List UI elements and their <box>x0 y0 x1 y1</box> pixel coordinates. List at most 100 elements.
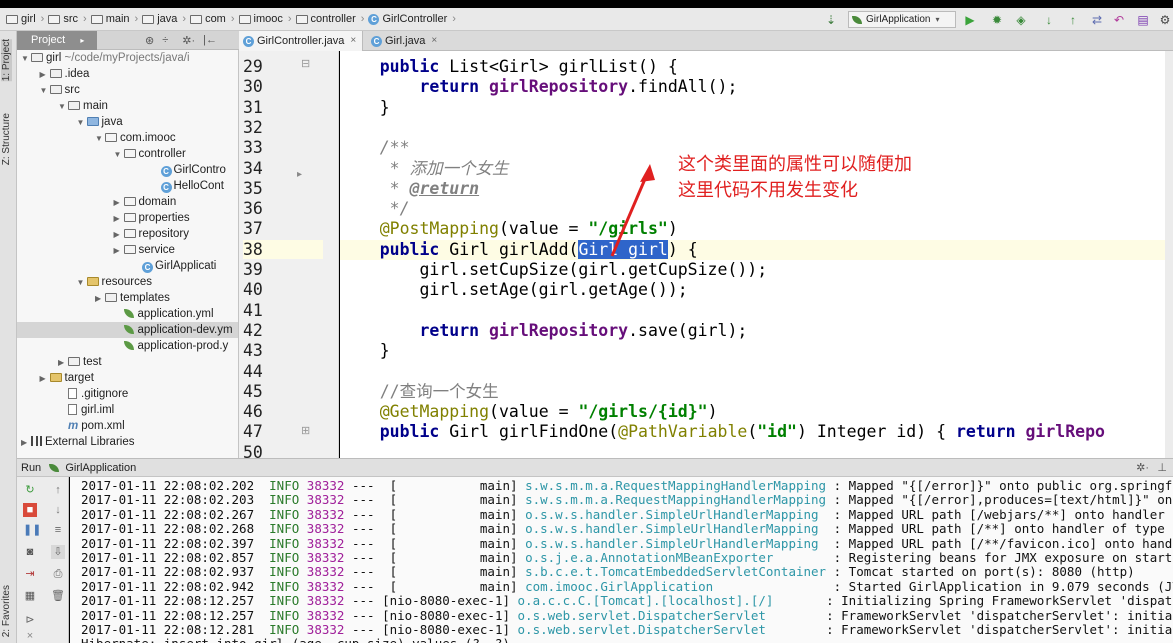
vcs-update-icon[interactable]: ↓ <box>1042 13 1056 27</box>
run-configuration-label: GirlApplication <box>866 14 931 25</box>
chevron-down-icon[interactable]: ▼ <box>95 131 105 147</box>
line-number: 32 <box>243 117 263 137</box>
tree-item[interactable]: C GirlContro <box>17 162 238 178</box>
close-icon[interactable]: × <box>431 31 437 51</box>
tree-item[interactable]: ▼ girl ~/code/myProjects/java/i <box>17 50 238 67</box>
tab-favorites[interactable]: 2: Favorites <box>1 585 12 637</box>
fold-icon[interactable]: ⊞ <box>301 424 310 437</box>
tree-item[interactable]: ▼ main <box>17 98 238 115</box>
gear-icon[interactable]: ✲· <box>1136 459 1149 477</box>
tree-item[interactable]: C GirlApplicati <box>17 258 238 274</box>
vcs-commit-icon[interactable]: ↑ <box>1066 13 1080 27</box>
sync-icon[interactable]: ⊛ <box>145 34 154 47</box>
tree-item[interactable]: ▼ com.imooc <box>17 130 238 147</box>
stop-icon[interactable]: ■ <box>23 503 37 517</box>
tree-item[interactable]: ▼ resources <box>17 274 238 291</box>
chevron-down-icon[interactable]: ▼ <box>77 115 87 131</box>
chevron-right-icon[interactable]: ▶ <box>114 211 124 227</box>
trash-icon[interactable]: 🗑 <box>51 589 65 603</box>
code-editor[interactable]: public List<Girl> girlList() { return gi… <box>340 51 1165 458</box>
tab-structure[interactable]: Z: Structure <box>1 113 12 165</box>
tree-item[interactable]: ▶ target <box>17 370 238 387</box>
tab-girlcontroller[interactable]: C GirlController.java × <box>239 31 363 51</box>
chevron-down-icon[interactable]: ▼ <box>114 147 124 163</box>
hide-panel-icon[interactable]: ⊥ <box>1157 459 1167 477</box>
breadcrumb-item[interactable]: com › <box>188 13 236 25</box>
tab-girl[interactable]: C Girl.java × <box>367 31 463 51</box>
gear-icon[interactable]: ✲· <box>182 34 195 47</box>
tree-item[interactable]: ▼ java <box>17 114 238 131</box>
run-icon[interactable]: ▶ <box>963 13 977 27</box>
breadcrumb-item[interactable]: controller › <box>294 13 367 25</box>
up-arrow-icon[interactable]: ↑ <box>51 483 65 497</box>
breadcrumb-item[interactable]: C GirlController › <box>366 13 457 25</box>
tree-item[interactable]: application-dev.ym <box>17 322 238 338</box>
debug-icon[interactable]: ✹ <box>990 13 1004 27</box>
tree-item-label: .idea <box>64 68 90 80</box>
tree-item[interactable]: application.yml <box>17 306 238 322</box>
fold-icon[interactable]: ⊟ <box>301 57 310 70</box>
hide-panel-icon[interactable]: |← <box>203 34 217 46</box>
tree-item[interactable]: ▶ .idea <box>17 66 238 83</box>
tree-item[interactable]: ▶ templates <box>17 290 238 307</box>
project-structure-icon[interactable]: ▤ <box>1136 13 1150 27</box>
revert-icon[interactable]: ↶ <box>1112 13 1126 27</box>
camera-icon[interactable]: ◙ <box>23 545 37 559</box>
breadcrumb-item[interactable]: main › <box>89 13 141 25</box>
down-arrow-icon[interactable]: ↓ <box>51 503 65 517</box>
vcs-compare-icon[interactable]: ⇄ <box>1090 13 1104 27</box>
tab-project[interactable]: 1: Project <box>1 39 12 82</box>
fold-icon[interactable]: ▸ <box>297 169 302 180</box>
pin-icon[interactable]: ⊳ <box>23 613 37 627</box>
chevron-right-icon[interactable]: ▶ <box>21 435 31 451</box>
editor-scrollbar[interactable] <box>1165 51 1173 458</box>
chevron-right-icon[interactable]: ▶ <box>40 67 50 83</box>
breadcrumb-item[interactable]: java › <box>140 13 188 25</box>
chevron-right-icon: › <box>40 13 45 25</box>
rerun-icon[interactable]: ↻ <box>23 483 37 497</box>
pause-icon[interactable]: ❚❚ <box>23 523 41 537</box>
tree-item[interactable]: ▼ src <box>17 82 238 99</box>
run-configuration-select[interactable]: GirlApplication ▾ <box>848 11 956 28</box>
chevron-down-icon[interactable]: ▼ <box>40 83 50 99</box>
close-icon[interactable]: × <box>23 629 37 643</box>
tree-item-path: ~/code/myProjects/java/i <box>61 52 190 64</box>
tree-item[interactable]: girl.iml <box>17 402 238 418</box>
print-icon[interactable]: ⎙ <box>51 567 65 581</box>
coverage-icon[interactable]: ◈ <box>1014 13 1028 27</box>
close-icon[interactable]: × <box>350 31 356 51</box>
collapse-all-icon[interactable]: ÷ <box>162 34 168 46</box>
soft-wrap-icon[interactable]: ≡ <box>51 523 65 537</box>
scroll-to-end-icon[interactable]: ⇩ <box>51 545 65 559</box>
tree-item[interactable]: application-prod.y <box>17 338 238 354</box>
tree-item-label: service <box>138 244 175 256</box>
tree-item[interactable]: ▶ repository <box>17 226 238 243</box>
chevron-down-icon[interactable]: ▼ <box>77 275 87 291</box>
tree-item[interactable]: m pom.xml <box>17 418 238 434</box>
breadcrumb-item[interactable]: src › <box>46 13 88 25</box>
tree-item[interactable]: ▶ domain <box>17 194 238 211</box>
project-view-select[interactable]: Project ▸ <box>17 30 97 50</box>
tree-item[interactable]: ▶ properties <box>17 210 238 227</box>
chevron-right-icon[interactable]: ▶ <box>58 355 68 371</box>
chevron-right-icon[interactable]: ▶ <box>114 195 124 211</box>
chevron-down-icon[interactable]: ▼ <box>58 99 68 115</box>
exit-icon[interactable]: ⇥ <box>23 567 37 581</box>
build-icon[interactable]: ⇣ <box>824 13 838 27</box>
tree-item[interactable]: ▶ service <box>17 242 238 259</box>
settings-icon[interactable]: ⚙ <box>1158 13 1172 27</box>
tree-item[interactable]: ▶ test <box>17 354 238 371</box>
tree-item[interactable]: ▼ controller <box>17 146 238 163</box>
chevron-right-icon[interactable]: ▶ <box>114 243 124 259</box>
chevron-down-icon[interactable]: ▼ <box>21 51 31 67</box>
chevron-right-icon[interactable]: ▶ <box>95 291 105 307</box>
chevron-right-icon[interactable]: ▶ <box>114 227 124 243</box>
breadcrumb-item[interactable]: girl › <box>4 13 46 25</box>
tree-item[interactable]: C HelloCont <box>17 178 238 194</box>
tree-item[interactable]: ▶ External Libraries <box>17 434 238 451</box>
tree-item[interactable]: .gitignore <box>17 386 238 402</box>
breadcrumb-item[interactable]: imooc › <box>237 13 294 25</box>
console-output[interactable]: 2017-01-11 22:08:02.202 INFO 38332 --- [… <box>70 477 1173 643</box>
chevron-right-icon[interactable]: ▶ <box>40 371 50 387</box>
layout-icon[interactable]: ▦ <box>23 589 37 603</box>
